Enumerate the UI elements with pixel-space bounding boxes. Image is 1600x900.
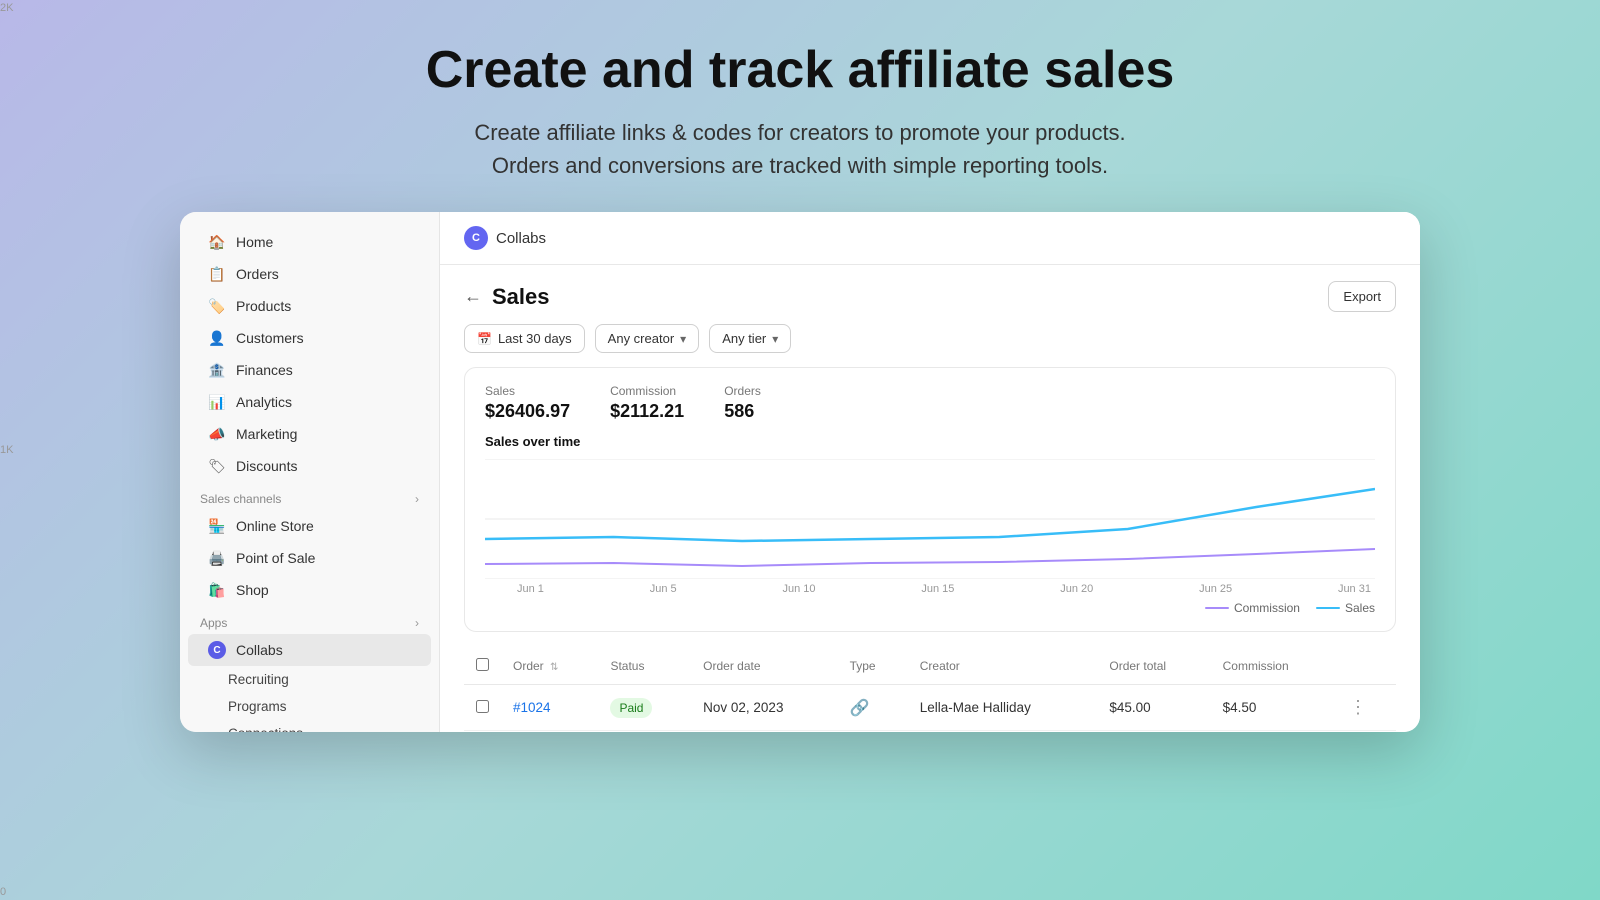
page-header: ← Sales Export [440,265,1420,324]
date-range-filter[interactable]: 📅 Last 30 days [464,324,585,353]
orders-icon: 📋 [208,265,226,283]
commission-cell: $4.50 [1211,685,1337,731]
table-header: Order ⇅ Status Order date Type Creator O… [464,648,1396,685]
stat-orders: Orders 586 [724,384,761,422]
hero-title: Create and track affiliate sales [426,40,1175,100]
app-window: 🏠 Home 📋 Orders 🏷️ Products 👤 Customers … [180,212,1420,732]
legend-sales: Sales [1316,601,1375,615]
th-commission: Commission [1211,648,1337,685]
sidebar-item-collabs[interactable]: C Collabs [188,634,431,666]
orders-table-container: Order ⇅ Status Order date Type Creator O… [464,648,1396,731]
hero-subtitle: Create affiliate links & codes for creat… [426,116,1175,182]
export-button[interactable]: Export [1328,281,1396,312]
sidebar-item-point-of-sale[interactable]: 🖨️ Point of Sale [188,542,431,574]
tier-filter[interactable]: Any tier ▾ [709,324,791,353]
apps-section: Apps › [180,606,439,634]
table-row: #1024 Paid Nov 02, 2023 🔗 Lella-Mae Hall… [464,685,1396,731]
th-creator: Creator [908,648,1098,685]
order-total-cell: $45.00 [1097,685,1210,731]
chevron-down-icon-creator: ▾ [680,332,686,346]
table-body: #1024 Paid Nov 02, 2023 🔗 Lella-Mae Hall… [464,685,1396,731]
th-type: Type [838,648,908,685]
order-date-cell: Nov 02, 2023 [691,685,837,731]
customers-icon: 👤 [208,329,226,347]
filters-bar: 📅 Last 30 days Any creator ▾ Any tier ▾ [440,324,1420,367]
order-id-cell: #1024 [501,685,598,731]
topbar: C Collabs [440,212,1420,265]
stats-card: Sales $26406.97 Commission $2112.21 Orde… [464,367,1396,632]
pos-icon: 🖨️ [208,549,226,567]
stat-commission: Commission $2112.21 [610,384,684,422]
finances-icon: 🏦 [208,361,226,379]
commission-line-color [1205,607,1229,609]
creator-cell: Lella-Mae Halliday [908,685,1098,731]
stats-row: Sales $26406.97 Commission $2112.21 Orde… [485,384,1375,422]
th-actions [1337,648,1396,685]
chevron-right-icon: › [415,492,419,506]
link-type-icon: 🔗 [850,700,870,717]
hero-section: Create and track affiliate sales Create … [406,0,1195,212]
select-all-checkbox[interactable] [476,658,489,671]
sidebar-sub-programs[interactable]: Programs [180,693,439,720]
chart-svg-container: Jun 1 Jun 5 Jun 10 Jun 15 Jun 20 Jun 25 … [485,459,1375,595]
sidebar-item-marketing[interactable]: 📣 Marketing [188,418,431,450]
analytics-icon: 📊 [208,393,226,411]
legend-commission: Commission [1205,601,1300,615]
page-title: Sales [492,284,550,310]
marketing-icon: 📣 [208,425,226,443]
main-content: C Collabs ← Sales Export 📅 Last 30 days … [440,212,1420,732]
topbar-title: Collabs [496,230,546,247]
sidebar-item-discounts[interactable]: 🏷 Discounts [188,450,431,482]
row-checkbox-cell [464,685,501,731]
th-order: Order ⇅ [501,648,598,685]
sidebar-item-finances[interactable]: 🏦 Finances [188,354,431,386]
back-arrow-icon[interactable]: ← [464,286,482,307]
home-icon: 🏠 [208,233,226,251]
chart-title: Sales over time [485,434,1375,449]
sidebar-item-products[interactable]: 🏷️ Products [188,290,431,322]
th-order-date: Order date [691,648,837,685]
sales-line-color [1316,607,1340,609]
status-badge: Paid [610,698,652,718]
products-icon: 🏷️ [208,297,226,315]
stat-sales: Sales $26406.97 [485,384,570,422]
sort-icon: ⇅ [550,662,558,673]
shop-icon: 🛍️ [208,581,226,599]
more-options-button[interactable]: ⋮ [1349,697,1367,717]
online-store-icon: 🏪 [208,517,226,535]
th-order-total: Order total [1097,648,1210,685]
th-checkbox [464,648,501,685]
sales-channels-section: Sales channels › [180,482,439,510]
row-checkbox[interactable] [476,700,489,713]
sidebar-item-analytics[interactable]: 📊 Analytics [188,386,431,418]
th-status: Status [598,648,691,685]
chevron-right-icon-2: › [415,616,419,630]
status-cell: Paid [598,685,691,731]
chart-x-axis: Jun 1 Jun 5 Jun 10 Jun 15 Jun 20 Jun 25 … [513,579,1375,595]
sidebar: 🏠 Home 📋 Orders 🏷️ Products 👤 Customers … [180,212,440,732]
chart-legend: Commission Sales [485,601,1375,615]
discounts-icon: 🏷 [208,457,226,475]
sidebar-sub-connections[interactable]: Connections [180,720,439,732]
sidebar-item-customers[interactable]: 👤 Customers [188,322,431,354]
sidebar-sub-recruiting[interactable]: Recruiting [180,666,439,693]
chevron-down-icon-tier: ▾ [772,332,778,346]
sidebar-item-orders[interactable]: 📋 Orders [188,258,431,290]
chart-area: 2K 1K 0 [485,459,1375,595]
sidebar-item-shop[interactable]: 🛍️ Shop [188,574,431,606]
type-cell: 🔗 [838,685,908,731]
actions-cell: ⋮ [1337,685,1396,731]
calendar-icon: 📅 [477,332,492,346]
collabs-sidebar-icon: C [208,641,226,659]
chart-svg [485,459,1375,579]
sidebar-item-online-store[interactable]: 🏪 Online Store [188,510,431,542]
chart-lines [485,459,1375,579]
collabs-app-icon: C [464,226,488,250]
sidebar-item-home[interactable]: 🏠 Home [188,226,431,258]
orders-table: Order ⇅ Status Order date Type Creator O… [464,648,1396,731]
creator-filter[interactable]: Any creator ▾ [595,324,700,353]
